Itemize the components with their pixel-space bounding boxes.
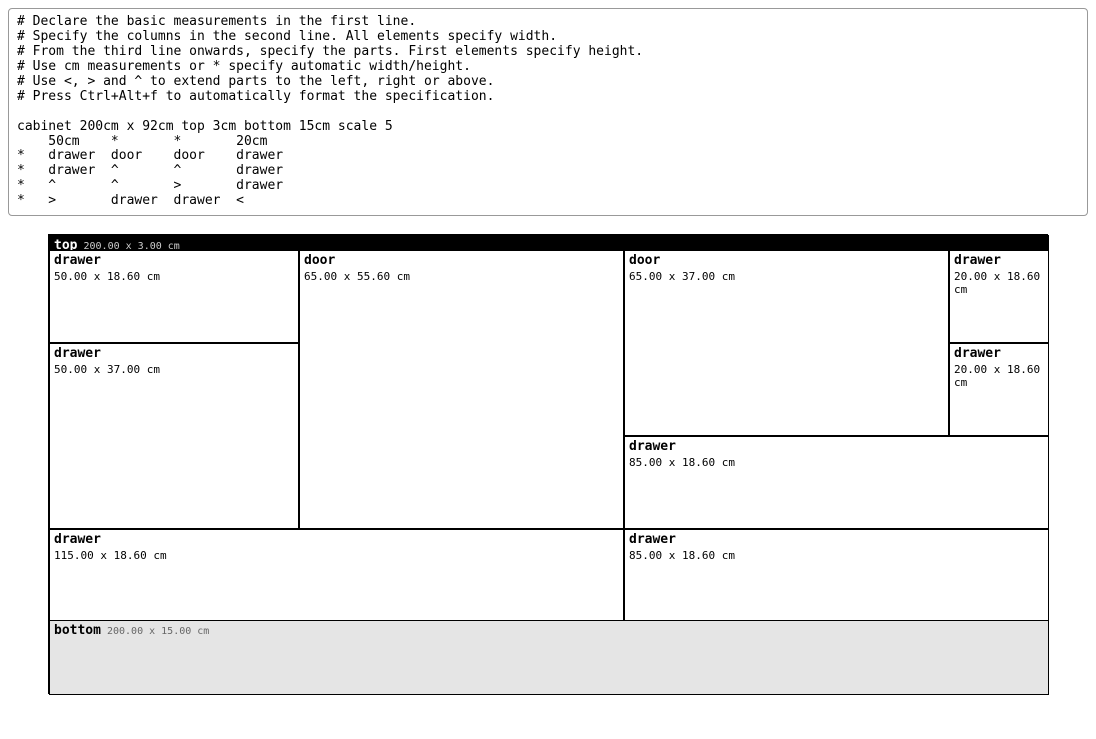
part-dims: 115.00 x 18.60 cm (54, 549, 619, 562)
cabinet-top: top200.00 x 3.00 cm (49, 235, 1049, 250)
bottom-label: bottom (54, 623, 101, 638)
cabinet-preview: top200.00 x 3.00 cm drawer 50.00 x 18.60 c… (48, 234, 1048, 694)
part-label: drawer (954, 253, 1044, 268)
cabinet-part-door: door 65.00 x 55.60 cm (299, 250, 624, 529)
part-label: drawer (54, 346, 294, 361)
cabinet-bottom: bottom 200.00 x 15.00 cm (49, 620, 1049, 695)
specification-textarea[interactable]: # Declare the basic measurements in the … (8, 8, 1088, 216)
cabinet-part-drawer: drawer 85.00 x 18.60 cm (624, 436, 1049, 529)
part-label: drawer (954, 346, 1044, 361)
part-dims: 65.00 x 55.60 cm (304, 270, 619, 283)
spec-text: # Declare the basic measurements in the … (17, 14, 643, 208)
cabinet-part-drawer: drawer 20.00 x 18.60 cm (949, 343, 1049, 436)
cabinet-part-drawer: drawer 50.00 x 37.00 cm (49, 343, 299, 529)
cabinet-part-drawer: drawer 20.00 x 18.60 cm (949, 250, 1049, 343)
part-dims: 85.00 x 18.60 cm (629, 456, 1044, 469)
part-label: drawer (54, 532, 619, 547)
part-dims: 50.00 x 37.00 cm (54, 363, 294, 376)
part-label: drawer (629, 532, 1044, 547)
part-dims: 20.00 x 18.60 cm (954, 270, 1044, 296)
part-dims: 20.00 x 18.60 cm (954, 363, 1044, 389)
cabinet-preview-container: top200.00 x 3.00 cm drawer 50.00 x 18.60 c… (8, 234, 1088, 694)
cabinet-part-drawer: drawer 85.00 x 18.60 cm (624, 529, 1049, 622)
part-label: door (304, 253, 619, 268)
cabinet-part-drawer: drawer 50.00 x 18.60 cm (49, 250, 299, 343)
part-label: drawer (629, 439, 1044, 454)
part-dims: 85.00 x 18.60 cm (629, 549, 1044, 562)
part-label: door (629, 253, 944, 268)
part-dims: 50.00 x 18.60 cm (54, 270, 294, 283)
part-dims: 65.00 x 37.00 cm (629, 270, 944, 283)
bottom-dims: 200.00 x 15.00 cm (107, 626, 209, 637)
cabinet-part-door: door 65.00 x 37.00 cm (624, 250, 949, 436)
part-label: drawer (54, 253, 294, 268)
cabinet-part-drawer: drawer 115.00 x 18.60 cm (49, 529, 624, 622)
